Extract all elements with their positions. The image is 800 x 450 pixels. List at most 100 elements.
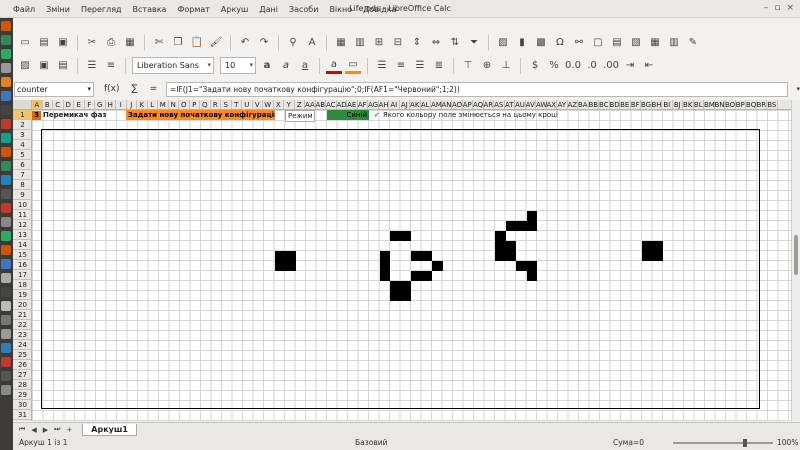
autofilter-icon[interactable]: ⏷ <box>466 35 482 51</box>
column-header[interactable]: BN <box>715 100 725 109</box>
column-header[interactable]: AQ <box>473 100 484 109</box>
column-header[interactable]: BA <box>578 100 589 109</box>
column-header[interactable]: AO <box>452 100 463 109</box>
live-cell[interactable] <box>526 221 537 231</box>
show-draw-functions-icon[interactable]: ✎ <box>685 35 701 51</box>
column-header[interactable]: AA <box>305 100 316 109</box>
column-header[interactable]: AS <box>494 100 505 109</box>
live-cell[interactable] <box>411 271 422 281</box>
print-icon[interactable]: ⎙ <box>103 35 119 51</box>
column-header[interactable]: D <box>64 100 74 109</box>
launcher-app-icon[interactable] <box>1 259 11 269</box>
spelling-icon[interactable]: A <box>304 35 320 51</box>
row-header[interactable]: 28 <box>13 380 32 390</box>
special-character-icon[interactable]: Ω <box>552 35 568 51</box>
new-config-button[interactable]: Задати нову початкову конфігурацію <box>126 110 275 120</box>
menu-item[interactable]: Вставка <box>133 5 167 14</box>
undo-icon[interactable]: ↶ <box>237 35 253 51</box>
live-cell[interactable] <box>642 241 653 251</box>
image-icon[interactable]: ▨ <box>17 58 33 74</box>
split-window-icon[interactable]: ▥ <box>666 35 682 51</box>
column-header[interactable]: AG <box>368 100 379 109</box>
live-cell[interactable] <box>495 241 506 251</box>
launcher-app-icon[interactable] <box>1 175 11 185</box>
column-header[interactable]: B <box>43 100 53 109</box>
menu-item[interactable]: Формат <box>177 5 209 14</box>
launcher-app-icon[interactable] <box>1 91 11 101</box>
row-header[interactable]: 13 <box>13 230 32 240</box>
column-header[interactable]: AE <box>347 100 358 109</box>
column-header[interactable]: AC <box>326 100 337 109</box>
font-name-select[interactable]: Liberation Sans ▾ <box>132 57 214 74</box>
launcher-app-icon[interactable] <box>1 203 11 213</box>
launcher-app-icon[interactable] <box>1 329 11 339</box>
comment-icon[interactable]: ▢ <box>590 35 606 51</box>
launcher-app-icon[interactable] <box>1 273 11 283</box>
menu-item[interactable]: Довідка <box>363 5 396 14</box>
column-header[interactable]: BC <box>599 100 610 109</box>
row-header[interactable]: 8 <box>13 180 32 190</box>
launcher-app-icon[interactable] <box>1 301 11 311</box>
column-header[interactable]: V <box>253 100 263 109</box>
first-sheet-icon[interactable]: ⏮ <box>19 425 25 434</box>
border-style-icon[interactable]: ▤ <box>55 58 71 74</box>
align-left-icon[interactable]: ☰ <box>374 58 390 74</box>
save-icon[interactable]: ▣ <box>55 35 71 51</box>
launcher-app-icon[interactable] <box>1 343 11 353</box>
column-header[interactable]: AX <box>547 100 557 109</box>
background-color-icon[interactable]: ▭ <box>345 58 361 74</box>
next-sheet-icon[interactable]: ▶ <box>43 426 48 434</box>
clone-formatting-icon[interactable]: 🖌 <box>208 35 224 51</box>
live-cell[interactable] <box>274 251 285 261</box>
decimal-icon[interactable]: .0 <box>584 58 600 74</box>
launcher-app-icon[interactable] <box>1 371 11 381</box>
live-cell[interactable] <box>516 221 527 231</box>
column-header[interactable]: BF <box>631 100 641 109</box>
live-cell[interactable] <box>526 271 537 281</box>
zoom-level[interactable]: 100% <box>777 438 798 447</box>
column-header[interactable]: G <box>95 100 106 109</box>
launcher-app-icon[interactable] <box>1 133 11 143</box>
column-header[interactable]: Z <box>295 100 305 109</box>
column-header[interactable]: AZ <box>568 100 578 109</box>
row-header[interactable]: 6 <box>13 160 32 170</box>
new-document-icon[interactable]: ▭ <box>17 35 33 51</box>
launcher-app-icon[interactable] <box>1 189 11 199</box>
delete-column-icon[interactable]: ⇔ <box>428 35 444 51</box>
menu-item[interactable]: Перегляд <box>81 5 122 14</box>
column-header[interactable]: BR <box>757 100 767 109</box>
column-header[interactable]: AW <box>536 100 547 109</box>
column-header[interactable]: U <box>242 100 253 109</box>
row-header[interactable]: 27 <box>13 370 32 380</box>
live-cell[interactable] <box>390 281 401 291</box>
insert-column-icon[interactable]: ⊟ <box>390 35 406 51</box>
menu-item[interactable]: Засоби <box>289 5 318 14</box>
column-header[interactable]: BP <box>736 100 746 109</box>
lines-icon[interactable]: ≡ <box>103 58 119 74</box>
percent-icon[interactable]: % <box>546 58 562 74</box>
justify-icon[interactable]: ≣ <box>431 58 447 74</box>
row-header[interactable]: 31 <box>13 410 32 420</box>
live-cell[interactable] <box>285 251 296 261</box>
column-icon[interactable]: ▥ <box>352 35 368 51</box>
live-cell[interactable] <box>379 271 390 281</box>
cut-icon[interactable]: ✄ <box>151 35 167 51</box>
last-sheet-icon[interactable]: ⏭ <box>54 425 60 434</box>
row-header[interactable]: 29 <box>13 390 32 400</box>
row-header[interactable]: 26 <box>13 360 32 370</box>
row-header[interactable]: 4 <box>13 140 32 150</box>
launcher-app-icon[interactable] <box>1 35 11 45</box>
live-cell[interactable] <box>379 261 390 271</box>
underline-icon[interactable]: a <box>297 58 313 74</box>
column-header[interactable]: Q <box>200 100 211 109</box>
paste-icon[interactable]: 📋 <box>189 35 205 51</box>
hyperlink-icon[interactable]: ⚯ <box>571 35 587 51</box>
live-cell[interactable] <box>400 291 411 301</box>
column-header[interactable]: AV <box>526 100 536 109</box>
column-header[interactable]: AY <box>557 100 568 109</box>
live-cell[interactable] <box>432 261 443 271</box>
column-header[interactable]: I <box>116 100 127 109</box>
row-header[interactable]: 12 <box>13 220 32 230</box>
row-header[interactable]: 5 <box>13 150 32 160</box>
equal-icon[interactable]: = <box>150 84 158 94</box>
